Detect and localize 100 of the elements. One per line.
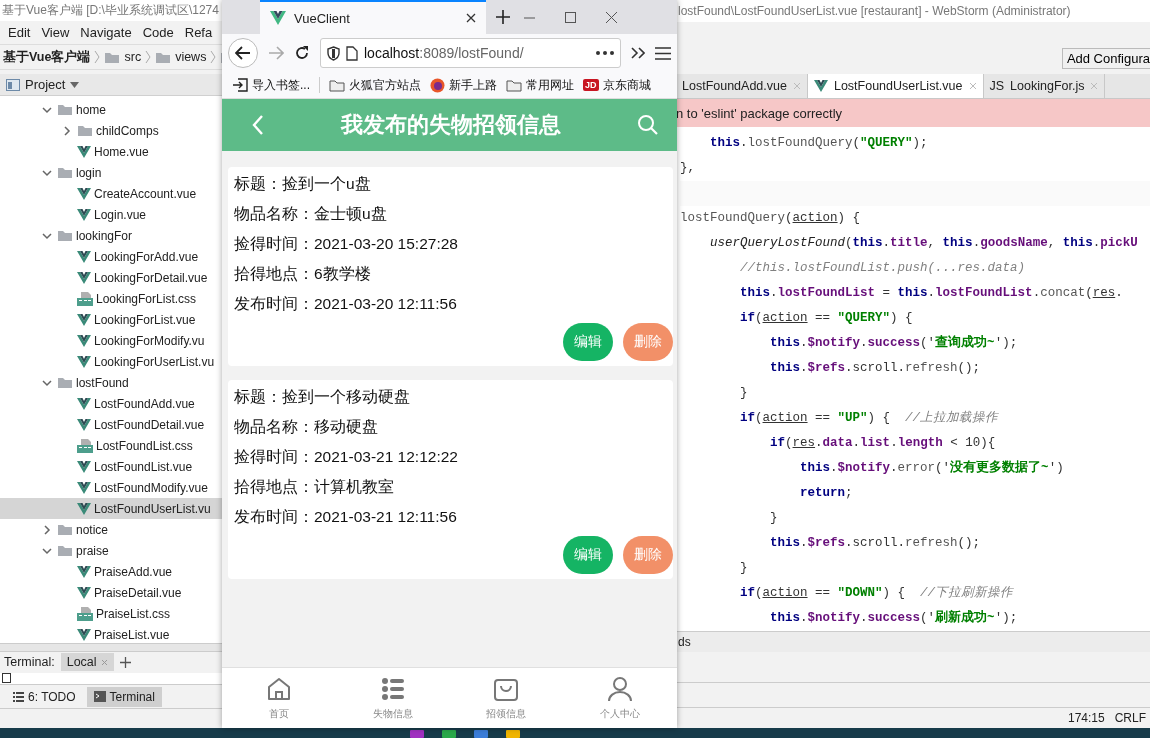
- folder-icon: [57, 229, 73, 243]
- menu-item[interactable]: Code: [142, 24, 174, 40]
- tree-item[interactable]: PraiseList.vue: [0, 624, 222, 644]
- tab-bar-item[interactable]: 招领信息: [449, 668, 564, 728]
- tab-bar-item[interactable]: 失物信息: [335, 668, 450, 728]
- vue-logo-icon: [77, 145, 91, 158]
- tree-item[interactable]: CreateAccount.vue: [0, 183, 222, 205]
- tool-window-title: ds: [678, 635, 691, 649]
- folder-icon: [57, 103, 73, 117]
- menu-item[interactable]: Edit: [8, 24, 31, 40]
- address-bar[interactable]: localhost:8089/lostFound/: [320, 38, 621, 68]
- menu-icon[interactable]: [655, 46, 671, 60]
- tree-item[interactable]: lookingFor: [0, 225, 222, 247]
- terminal-icon: [93, 691, 106, 703]
- warning-banner: n to 'eslint' package correctly: [676, 99, 1150, 127]
- tree-item[interactable]: childComps: [0, 120, 222, 142]
- vue-logo-icon: [77, 460, 91, 473]
- breadcrumb-separator-icon: [145, 50, 152, 65]
- tab-bar-item[interactable]: 首页: [222, 668, 336, 728]
- tree-item[interactable]: LostFoundList.css: [0, 435, 222, 457]
- breadcrumb-item[interactable]: src: [124, 50, 142, 65]
- code-editor[interactable]: [676, 127, 1150, 631]
- menu-item[interactable]: Refa: [184, 24, 213, 40]
- panel-title[interactable]: Project: [25, 77, 66, 93]
- tree-item[interactable]: login: [0, 162, 222, 184]
- tree-item[interactable]: praise: [0, 540, 222, 562]
- vue-logo-icon: [77, 565, 91, 578]
- overflow-chevrons-icon[interactable]: [631, 47, 645, 59]
- folder-icon: [57, 544, 73, 558]
- editor-tab[interactable]: JS LookingFor.js: [983, 74, 1106, 98]
- vue-logo-icon: [77, 586, 91, 599]
- reload-icon[interactable]: [294, 45, 310, 61]
- js-file-icon: JS: [989, 79, 1005, 93]
- breadcrumb-item[interactable]: views: [175, 50, 207, 65]
- dropdown-caret-icon[interactable]: [70, 81, 80, 88]
- card-text: 拾得地点：6教学楼: [234, 264, 372, 284]
- tree-item[interactable]: LookingForList.css: [0, 288, 222, 310]
- tree-item[interactable]: Home.vue: [0, 141, 222, 163]
- code-line: }: [769, 510, 779, 527]
- code-line: this.lostFoundQuery("QUERY");: [709, 135, 929, 152]
- window-title: lostFound\LostFoundUserList.vue [restaurant] - WebStorm (Administrator): [678, 4, 1071, 18]
- new-tab-icon[interactable]: [496, 10, 510, 24]
- close-icon[interactable]: [466, 13, 476, 23]
- vue-logo-icon: [77, 628, 91, 641]
- vue-logo-icon: [77, 334, 91, 347]
- tree-item[interactable]: PraiseList.css: [0, 603, 222, 625]
- code-line: this.lostFoundList = this.lostFoundList.concat(res.: [739, 285, 1124, 302]
- code-line: userQueryLostFound(this.title, this.goodsName, this.pickU: [709, 235, 1139, 252]
- bookmark[interactable]: 新手上路: [430, 76, 497, 94]
- bookmark[interactable]: 导入书签...: [232, 76, 310, 94]
- tree-item[interactable]: PraiseAdd.vue: [0, 561, 222, 583]
- tree-item[interactable]: LostFoundDetail.vue: [0, 414, 222, 436]
- back-button[interactable]: [228, 38, 258, 68]
- tree-item[interactable]: LostFoundAdd.vue: [0, 393, 222, 415]
- tree-item[interactable]: LostFoundList.vue: [0, 456, 222, 478]
- tree-item[interactable]: LookingForUserList.vu: [0, 351, 222, 373]
- card-text: 发布时间：2021-03-21 12:11:56: [234, 507, 458, 527]
- code-line: if(action == "UP") { //上拉加载操作: [739, 409, 1000, 427]
- css-file-icon: [77, 606, 93, 621]
- tree-item[interactable]: PraiseDetail.vue: [0, 582, 222, 604]
- tree-item[interactable]: notice: [0, 519, 222, 541]
- more-icon[interactable]: [596, 51, 614, 55]
- person-icon: [607, 675, 634, 702]
- tree-item[interactable]: LookingForModify.vu: [0, 330, 222, 352]
- menu-item[interactable]: Navigate: [80, 24, 132, 40]
- tree-item[interactable]: home: [0, 99, 222, 121]
- breadcrumb-item[interactable]: 基于Vue客户端: [3, 48, 91, 66]
- bookmark[interactable]: JD 京东商城: [583, 76, 651, 94]
- menu-item[interactable]: View: [41, 24, 70, 40]
- card-text: 物品名称：金士顿u盘: [234, 204, 388, 224]
- run-configuration-button[interactable]: Add Configura: [1061, 47, 1150, 69]
- maximize-icon[interactable]: [565, 11, 576, 23]
- tree-item[interactable]: LostFoundUserList.vu: [0, 498, 222, 520]
- close-icon[interactable]: [606, 11, 617, 23]
- tree-item[interactable]: Login.vue: [0, 204, 222, 226]
- terminal-tab[interactable]: Local: [60, 653, 114, 672]
- page-title: 我发布的失物招领信息: [339, 111, 562, 139]
- bookmark[interactable]: 常用网址: [506, 76, 574, 94]
- scrollbar[interactable]: [0, 643, 222, 651]
- status-text: 174:15: [1067, 711, 1105, 725]
- vue-logo-icon: [77, 397, 91, 410]
- vue-logo-icon: [77, 208, 91, 221]
- add-icon[interactable]: [119, 656, 131, 668]
- tree-item[interactable]: LostFoundModify.vue: [0, 477, 222, 499]
- tool-window-button[interactable]: 6: TODO: [6, 686, 83, 707]
- tool-window-button[interactable]: Terminal: [86, 686, 162, 707]
- tree-item[interactable]: LookingForList.vue: [0, 309, 222, 331]
- code-line: this.$notify.success('查询成功~');: [769, 334, 1019, 352]
- editor-tab[interactable]: LostFoundUserList.vue: [807, 74, 984, 98]
- code-line: }: [739, 560, 749, 577]
- browser-tab[interactable]: VueClient: [260, 0, 486, 34]
- bookmark[interactable]: 火狐官方站点: [329, 76, 421, 94]
- tree-item[interactable]: lostFound: [0, 372, 222, 394]
- status-text: CRLF: [1114, 711, 1146, 725]
- tree-item[interactable]: LookingForAdd.vue: [0, 246, 222, 268]
- tab-bar-item[interactable]: 个人中心: [563, 668, 677, 728]
- tree-item[interactable]: LookingForDetail.vue: [0, 267, 222, 289]
- vue-logo-icon: [270, 11, 286, 25]
- folder-icon: [329, 78, 345, 92]
- card-text: 发布时间：2021-03-20 12:11:56: [234, 294, 458, 314]
